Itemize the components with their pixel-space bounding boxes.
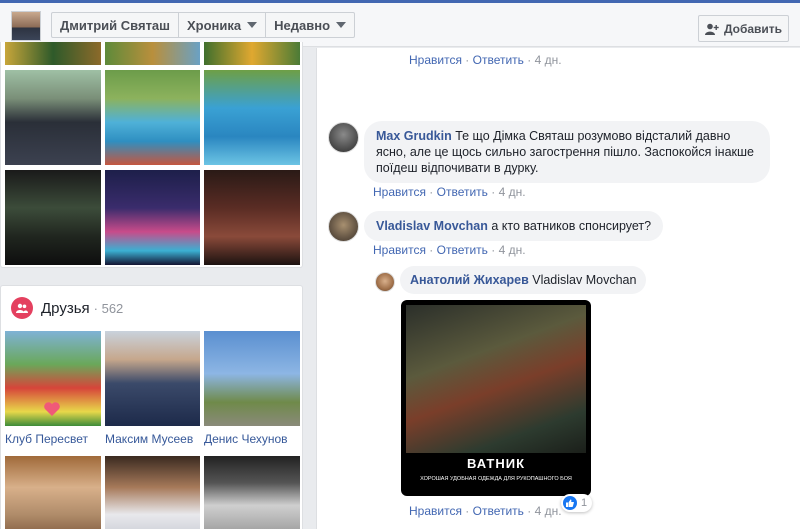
friend-photo[interactable] bbox=[5, 331, 101, 426]
profile-name: Дмитрий Святаш bbox=[60, 17, 170, 33]
meme-title: ВАТНИК bbox=[466, 456, 526, 471]
avatar[interactable] bbox=[375, 272, 395, 292]
photo-thumbnail[interactable] bbox=[204, 70, 300, 165]
comment-author[interactable]: Max Grudkin bbox=[376, 129, 452, 143]
like-link[interactable]: Нравится bbox=[373, 185, 426, 199]
separator: · bbox=[429, 185, 434, 199]
separator: · bbox=[527, 504, 532, 518]
friend-name-link[interactable]: Клуб Пересвет bbox=[5, 432, 88, 446]
timestamp[interactable]: 4 дн. bbox=[535, 504, 562, 518]
separator: · bbox=[465, 504, 470, 518]
heart-icon bbox=[44, 402, 60, 416]
profile-avatar[interactable] bbox=[11, 11, 41, 41]
friend-photo[interactable] bbox=[105, 331, 200, 426]
reactions-count: 1 bbox=[581, 497, 588, 509]
comment-author[interactable]: Анатолий Жихарев bbox=[410, 273, 529, 287]
avatar[interactable] bbox=[328, 122, 359, 153]
timestamp[interactable]: 4 дн. bbox=[499, 185, 526, 199]
meme-subtitle: ХОРОШАЯ УДОБНАЯ ОДЕЖДА ДЛЯ РУКОПАШНОГО Б… bbox=[420, 476, 572, 482]
friend-photo[interactable] bbox=[5, 456, 101, 529]
like-link[interactable]: Нравится bbox=[409, 53, 462, 67]
separator: · bbox=[465, 53, 470, 67]
like-link[interactable]: Нравится bbox=[409, 504, 462, 518]
comment-author[interactable]: Vladislav Movchan bbox=[376, 219, 488, 233]
friends-label: Друзья bbox=[41, 299, 90, 317]
separator: · bbox=[491, 185, 496, 199]
friends-header[interactable]: Друзья · 562 bbox=[11, 297, 123, 319]
photo-thumbnail[interactable] bbox=[5, 42, 101, 65]
friend-photo[interactable] bbox=[204, 456, 300, 529]
add-friend-icon bbox=[704, 23, 719, 35]
chevron-down-icon bbox=[247, 22, 258, 28]
separator: · bbox=[429, 243, 434, 257]
recent-label: Недавно bbox=[274, 17, 331, 33]
reply-link[interactable]: Ответить bbox=[473, 53, 524, 67]
avatar[interactable] bbox=[328, 211, 359, 242]
comment-bubble: Vladislav Movchan а кто ватников спонсир… bbox=[364, 211, 664, 241]
profile-header: Дмитрий Святаш Хроника Недавно Добавить bbox=[0, 3, 800, 47]
photo-thumbnail[interactable] bbox=[105, 70, 200, 165]
comment-bubble: Max Grudkin Те що Дімка Святаш розумово … bbox=[364, 121, 770, 183]
left-column: Друзья · 562 Клуб Пересвет Максим Мусеев… bbox=[0, 42, 303, 529]
comment-actions: Нравится · Ответить · 4 дн. bbox=[373, 185, 526, 199]
comment-text: а кто ватников спонсирует? bbox=[491, 219, 652, 233]
like-icon bbox=[563, 496, 577, 510]
comments-column: Нравится · Ответить · 4 дн. Max Grudkin … bbox=[316, 48, 800, 529]
reply-link[interactable]: Ответить bbox=[437, 185, 488, 199]
photo-thumbnail[interactable] bbox=[105, 42, 200, 65]
friend-photo[interactable] bbox=[105, 456, 200, 529]
profile-nav: Дмитрий Святаш Хроника Недавно bbox=[51, 12, 356, 38]
reactions-badge[interactable]: 1 bbox=[561, 494, 593, 512]
timestamp[interactable]: 4 дн. bbox=[535, 53, 562, 67]
friends-icon bbox=[11, 297, 33, 319]
photo-thumbnail[interactable] bbox=[105, 170, 200, 265]
mention-link[interactable]: Vladislav Movchan bbox=[532, 273, 636, 287]
like-link[interactable]: Нравится bbox=[373, 243, 426, 257]
timestamp[interactable]: 4 дн. bbox=[499, 243, 526, 257]
friend-name-link[interactable]: Денис Чехунов bbox=[204, 432, 288, 446]
profile-name-link[interactable]: Дмитрий Святаш bbox=[52, 13, 179, 37]
reply-bubble: Анатолий Жихарев Vladislav Movchan bbox=[400, 266, 647, 294]
photo-thumbnail[interactable] bbox=[204, 42, 300, 65]
photos-card bbox=[0, 42, 303, 268]
photo-thumbnail[interactable] bbox=[5, 70, 101, 165]
add-friend-button[interactable]: Добавить bbox=[698, 15, 789, 42]
friends-card: Друзья · 562 Клуб Пересвет Максим Мусеев… bbox=[0, 285, 303, 529]
chevron-down-icon bbox=[336, 22, 347, 28]
separator: · bbox=[527, 53, 532, 67]
comment-actions: Нравится · Ответить · 4 дн. bbox=[409, 53, 562, 67]
add-friend-label: Добавить bbox=[723, 21, 783, 36]
separator: · bbox=[491, 243, 496, 257]
comment-actions: Нравится · Ответить · 4 дн. bbox=[373, 243, 526, 257]
friend-name-link[interactable]: Максим Мусеев bbox=[105, 432, 193, 446]
timeline-dropdown[interactable]: Хроника bbox=[179, 13, 267, 37]
friend-photo[interactable] bbox=[204, 331, 300, 426]
timeline-label: Хроника bbox=[187, 17, 242, 33]
photo-thumbnail[interactable] bbox=[5, 170, 101, 265]
reply-link[interactable]: Ответить bbox=[437, 243, 488, 257]
photo-thumbnail[interactable] bbox=[204, 170, 300, 265]
recent-dropdown[interactable]: Недавно bbox=[266, 13, 354, 37]
meme-picture bbox=[406, 305, 586, 453]
comment-actions: Нравится · Ответить · 4 дн. bbox=[409, 504, 562, 518]
friends-count: · 562 bbox=[93, 300, 124, 316]
meme-image[interactable]: ВАТНИК ХОРОШАЯ УДОБНАЯ ОДЕЖДА ДЛЯ РУКОПА… bbox=[401, 300, 591, 496]
reply-link[interactable]: Ответить bbox=[473, 504, 524, 518]
